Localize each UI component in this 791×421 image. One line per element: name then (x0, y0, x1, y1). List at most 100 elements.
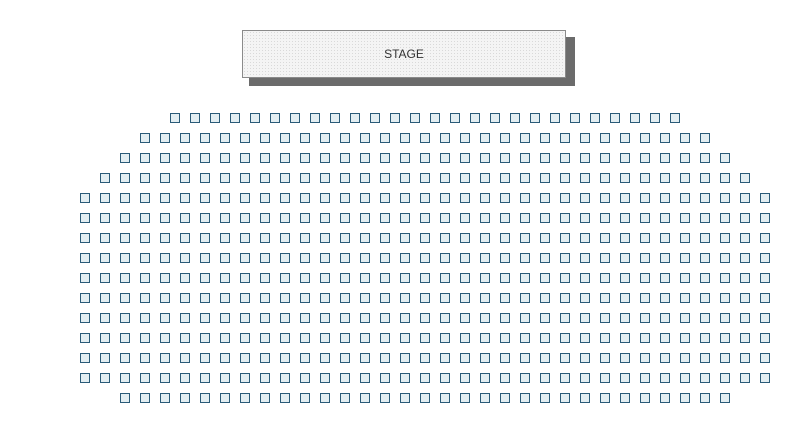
seat[interactable] (200, 293, 210, 303)
seat[interactable] (580, 393, 590, 403)
seat[interactable] (460, 333, 470, 343)
seat[interactable] (680, 333, 690, 343)
seat[interactable] (360, 293, 370, 303)
seat[interactable] (740, 373, 750, 383)
seat[interactable] (700, 153, 710, 163)
seat[interactable] (200, 253, 210, 263)
seat[interactable] (480, 333, 490, 343)
seat[interactable] (240, 133, 250, 143)
seat[interactable] (180, 173, 190, 183)
seat[interactable] (160, 253, 170, 263)
seat[interactable] (480, 153, 490, 163)
seat[interactable] (320, 213, 330, 223)
seat[interactable] (700, 353, 710, 363)
seat[interactable] (680, 173, 690, 183)
seat[interactable] (100, 353, 110, 363)
seat[interactable] (580, 153, 590, 163)
seat[interactable] (80, 353, 90, 363)
seat[interactable] (280, 313, 290, 323)
seat[interactable] (100, 193, 110, 203)
seat[interactable] (400, 373, 410, 383)
seat[interactable] (460, 133, 470, 143)
seat[interactable] (400, 273, 410, 283)
seat[interactable] (200, 153, 210, 163)
seat[interactable] (270, 113, 280, 123)
seat[interactable] (400, 173, 410, 183)
seat[interactable] (160, 273, 170, 283)
seat[interactable] (340, 173, 350, 183)
seat[interactable] (360, 333, 370, 343)
seat[interactable] (600, 133, 610, 143)
seat[interactable] (100, 273, 110, 283)
seat[interactable] (360, 273, 370, 283)
seat[interactable] (200, 233, 210, 243)
seat[interactable] (700, 333, 710, 343)
seat[interactable] (400, 153, 410, 163)
seat[interactable] (420, 393, 430, 403)
seat[interactable] (140, 353, 150, 363)
seat[interactable] (660, 253, 670, 263)
seat[interactable] (720, 253, 730, 263)
seat[interactable] (360, 153, 370, 163)
seat[interactable] (260, 233, 270, 243)
seat[interactable] (330, 113, 340, 123)
seat[interactable] (190, 113, 200, 123)
seat[interactable] (600, 253, 610, 263)
seat[interactable] (640, 273, 650, 283)
seat[interactable] (400, 333, 410, 343)
seat[interactable] (560, 153, 570, 163)
seat[interactable] (320, 393, 330, 403)
seat[interactable] (260, 273, 270, 283)
seat[interactable] (380, 233, 390, 243)
seat[interactable] (380, 353, 390, 363)
seat[interactable] (500, 333, 510, 343)
seat[interactable] (640, 153, 650, 163)
seat[interactable] (250, 113, 260, 123)
seat[interactable] (340, 333, 350, 343)
seat[interactable] (240, 313, 250, 323)
seat[interactable] (680, 273, 690, 283)
seat[interactable] (740, 273, 750, 283)
seat[interactable] (420, 373, 430, 383)
seat[interactable] (290, 113, 300, 123)
seat[interactable] (400, 253, 410, 263)
seat[interactable] (260, 293, 270, 303)
seat[interactable] (460, 173, 470, 183)
seat[interactable] (540, 193, 550, 203)
seat[interactable] (440, 313, 450, 323)
seat[interactable] (480, 213, 490, 223)
seat[interactable] (660, 393, 670, 403)
seat[interactable] (700, 213, 710, 223)
seat[interactable] (380, 253, 390, 263)
seat[interactable] (240, 353, 250, 363)
seat[interactable] (260, 353, 270, 363)
seat[interactable] (300, 353, 310, 363)
seat[interactable] (440, 333, 450, 343)
seat[interactable] (100, 173, 110, 183)
seat[interactable] (300, 133, 310, 143)
seat[interactable] (340, 133, 350, 143)
seat[interactable] (440, 353, 450, 363)
seat[interactable] (180, 273, 190, 283)
seat[interactable] (370, 113, 380, 123)
seat[interactable] (600, 233, 610, 243)
seat[interactable] (660, 173, 670, 183)
seat[interactable] (140, 333, 150, 343)
seat[interactable] (760, 313, 770, 323)
seat[interactable] (760, 273, 770, 283)
seat[interactable] (320, 333, 330, 343)
seat[interactable] (420, 133, 430, 143)
seat[interactable] (340, 153, 350, 163)
seat[interactable] (340, 193, 350, 203)
seat[interactable] (120, 313, 130, 323)
seat[interactable] (400, 353, 410, 363)
seat[interactable] (380, 313, 390, 323)
seat[interactable] (160, 313, 170, 323)
seat[interactable] (200, 213, 210, 223)
seat[interactable] (80, 313, 90, 323)
seat[interactable] (220, 333, 230, 343)
seat[interactable] (560, 173, 570, 183)
seat[interactable] (460, 273, 470, 283)
seat[interactable] (280, 133, 290, 143)
seat[interactable] (720, 153, 730, 163)
